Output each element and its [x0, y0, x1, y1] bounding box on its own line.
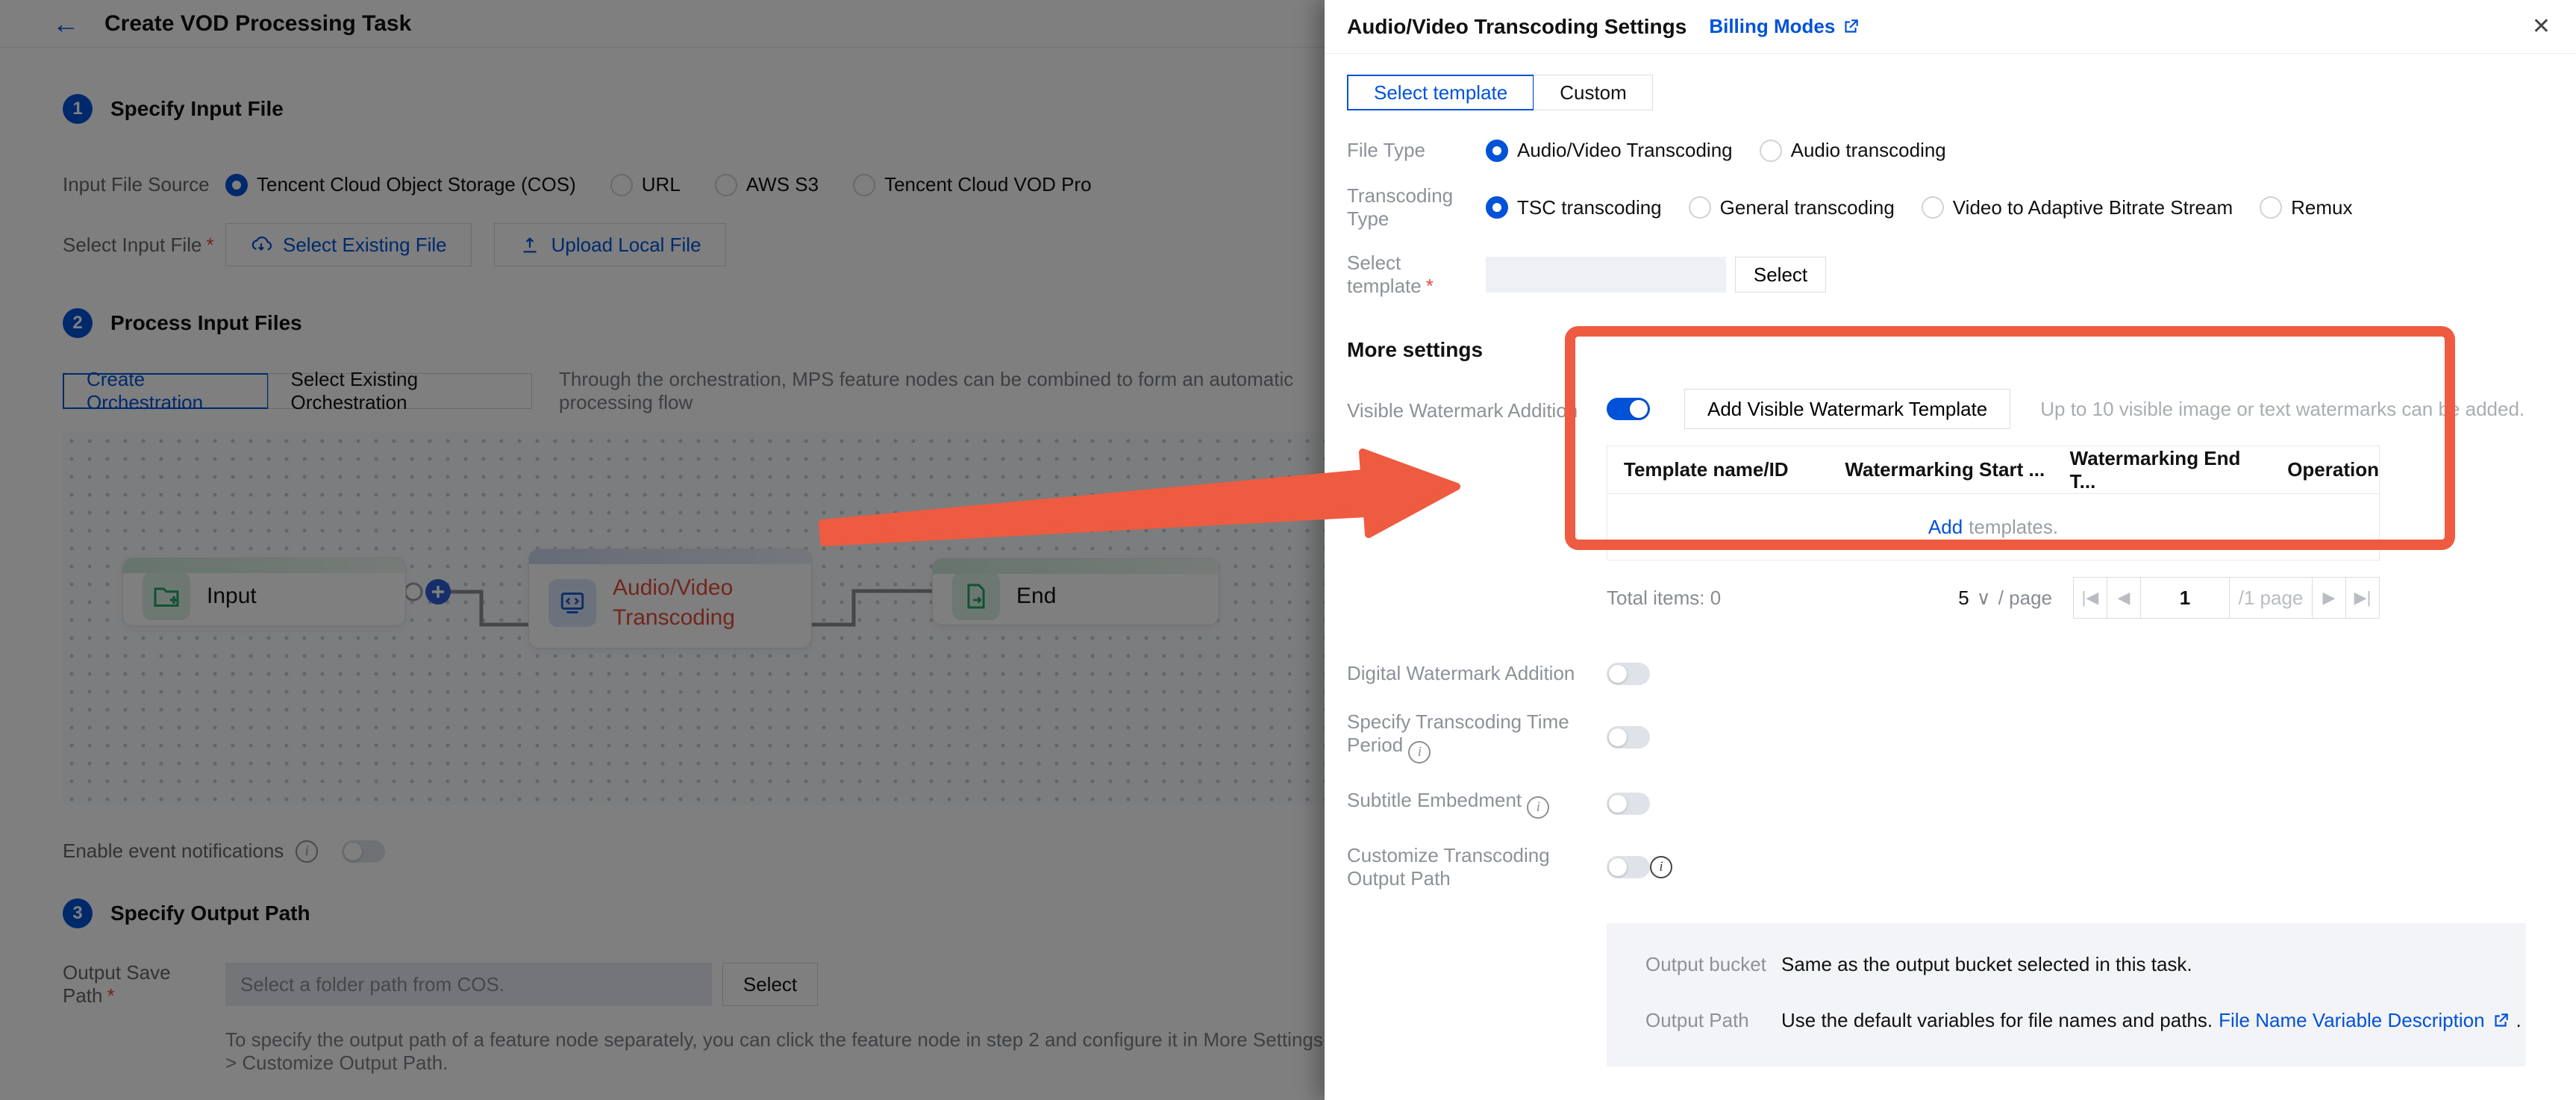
output-bucket-value: Same as the output bucket selected in th…: [1781, 953, 2192, 976]
radio-icon: [1922, 196, 1944, 219]
template-select-button[interactable]: Select: [1735, 257, 1826, 293]
radio-icon: [1760, 140, 1782, 162]
radio-icon: [1689, 196, 1711, 219]
chevron-down-icon: ∨: [1977, 587, 1991, 610]
col-watermarking-end: Watermarking End T...: [2054, 447, 2272, 493]
tab-custom[interactable]: Custom: [1534, 75, 1653, 110]
pager-current-page[interactable]: 1: [2140, 577, 2230, 619]
radio-icon: [2260, 196, 2282, 219]
pager-first-button[interactable]: |◀: [2073, 577, 2107, 619]
billing-modes-link[interactable]: Billing Modes: [1709, 15, 1860, 38]
radio-adaptive-bitrate[interactable]: Video to Adaptive Bitrate Stream: [1922, 196, 2233, 219]
transcoding-type-label: Transcoding Type: [1347, 184, 1486, 231]
modal-dim-overlay[interactable]: [0, 0, 1325, 1100]
subtitle-embedment-row: Subtitle Embedment i: [1347, 789, 2576, 819]
col-template-name-id: Template name/ID: [1607, 458, 1828, 481]
add-visible-watermark-button[interactable]: Add Visible Watermark Template: [1684, 389, 2010, 429]
radio-av-transcoding[interactable]: Audio/Video Transcoding: [1486, 139, 1733, 162]
output-path-row: Output Path Use the default variables fo…: [1645, 1009, 2526, 1032]
pager-next-button[interactable]: ▶: [2312, 577, 2346, 619]
watermark-table-empty-row: Add templates.: [1607, 494, 2379, 560]
col-watermarking-start: Watermarking Start ...: [1828, 458, 2053, 481]
watermark-table-header: Template name/ID Watermarking Start ... …: [1607, 446, 2379, 494]
info-icon: i: [1650, 856, 1672, 878]
pager-last-button[interactable]: ▶|: [2345, 577, 2380, 619]
time-period-label: Specify Transcoding Time Period: [1347, 710, 1569, 756]
required-mark: *: [1426, 275, 1434, 297]
screen: ← Create VOD Processing Task 1 Specify I…: [0, 0, 2576, 1100]
visible-watermark-toggle[interactable]: [1607, 398, 1650, 420]
pager-prev-button[interactable]: ◀: [2107, 577, 2141, 619]
template-mode-tabs: Select template Custom: [1347, 75, 2576, 110]
visible-watermark-row: Visible Watermark Addition Add Visible W…: [1347, 389, 2576, 429]
page-size-select[interactable]: 5 ∨ / page: [1958, 587, 2052, 610]
drawer-header: Audio/Video Transcoding Settings Billing…: [1325, 0, 2576, 54]
subtitle-embedment-toggle[interactable]: [1607, 793, 1650, 815]
close-icon[interactable]: ✕: [2532, 13, 2551, 40]
tab-select-template[interactable]: Select template: [1347, 75, 1534, 110]
output-path-value: Use the default variables for file names…: [1781, 1009, 2213, 1032]
transcoding-settings-drawer: Audio/Video Transcoding Settings Billing…: [1325, 0, 2576, 1100]
external-link-icon: [1841, 17, 1860, 37]
file-type-label: File Type: [1347, 139, 1486, 162]
subtitle-embedment-label: Subtitle Embedment: [1347, 789, 1522, 811]
radio-tsc-transcoding[interactable]: TSC transcoding: [1486, 196, 1662, 219]
visible-watermark-hint: Up to 10 visible image or text watermark…: [2040, 398, 2525, 421]
visible-watermark-label: Visible Watermark Addition: [1347, 389, 1607, 422]
radio-audio-transcoding[interactable]: Audio transcoding: [1760, 139, 1946, 162]
output-bucket-label: Output bucket: [1645, 953, 1781, 976]
radio-icon: [1486, 196, 1508, 219]
pager-total-pages: /1 page: [2229, 577, 2313, 619]
radio-general-transcoding[interactable]: General transcoding: [1689, 196, 1895, 219]
watermark-table: Template name/ID Watermarking Start ... …: [1607, 446, 2380, 560]
time-period-row: Specify Transcoding Time Period i: [1347, 710, 2576, 763]
digital-watermark-label: Digital Watermark Addition: [1347, 662, 1607, 685]
output-path-label: Output Path: [1645, 1009, 1781, 1032]
add-templates-link[interactable]: Add: [1928, 516, 1963, 539]
more-settings-title: More settings: [1347, 338, 2576, 362]
radio-icon: [1486, 140, 1508, 162]
total-items-text: Total items: 0: [1607, 587, 1721, 610]
output-info-panel: Output bucket Same as the output bucket …: [1607, 923, 2526, 1066]
drawer-title: Audio/Video Transcoding Settings: [1347, 15, 1686, 39]
customize-output-path-toggle[interactable]: [1607, 856, 1650, 878]
time-period-toggle[interactable]: [1607, 726, 1650, 749]
watermark-pagination: Total items: 0 5 ∨ / page |◀ ◀ 1 /1 page…: [1607, 577, 2380, 619]
select-template-row: Select template* Select: [1347, 251, 2576, 298]
customize-output-path-label: Customize Transcoding Output Path: [1347, 844, 1607, 890]
customize-output-path-row: Customize Transcoding Output Path i: [1347, 844, 2576, 890]
external-link-icon: [2491, 1011, 2510, 1031]
digital-watermark-toggle[interactable]: [1607, 663, 1650, 685]
info-icon: i: [1408, 741, 1431, 763]
select-template-label: Select template: [1347, 251, 1422, 297]
transcoding-type-row: Transcoding Type TSC transcoding General…: [1347, 184, 2576, 231]
file-type-row: File Type Audio/Video Transcoding Audio …: [1347, 139, 2576, 162]
digital-watermark-row: Digital Watermark Addition: [1347, 662, 2576, 685]
info-icon: i: [1527, 796, 1549, 819]
output-bucket-row: Output bucket Same as the output bucket …: [1645, 953, 2526, 976]
col-operation: Operation: [2271, 458, 2379, 481]
file-name-variable-link[interactable]: File Name Variable Description: [2219, 1009, 2484, 1032]
template-input[interactable]: [1486, 257, 1726, 293]
radio-remux[interactable]: Remux: [2260, 196, 2352, 219]
